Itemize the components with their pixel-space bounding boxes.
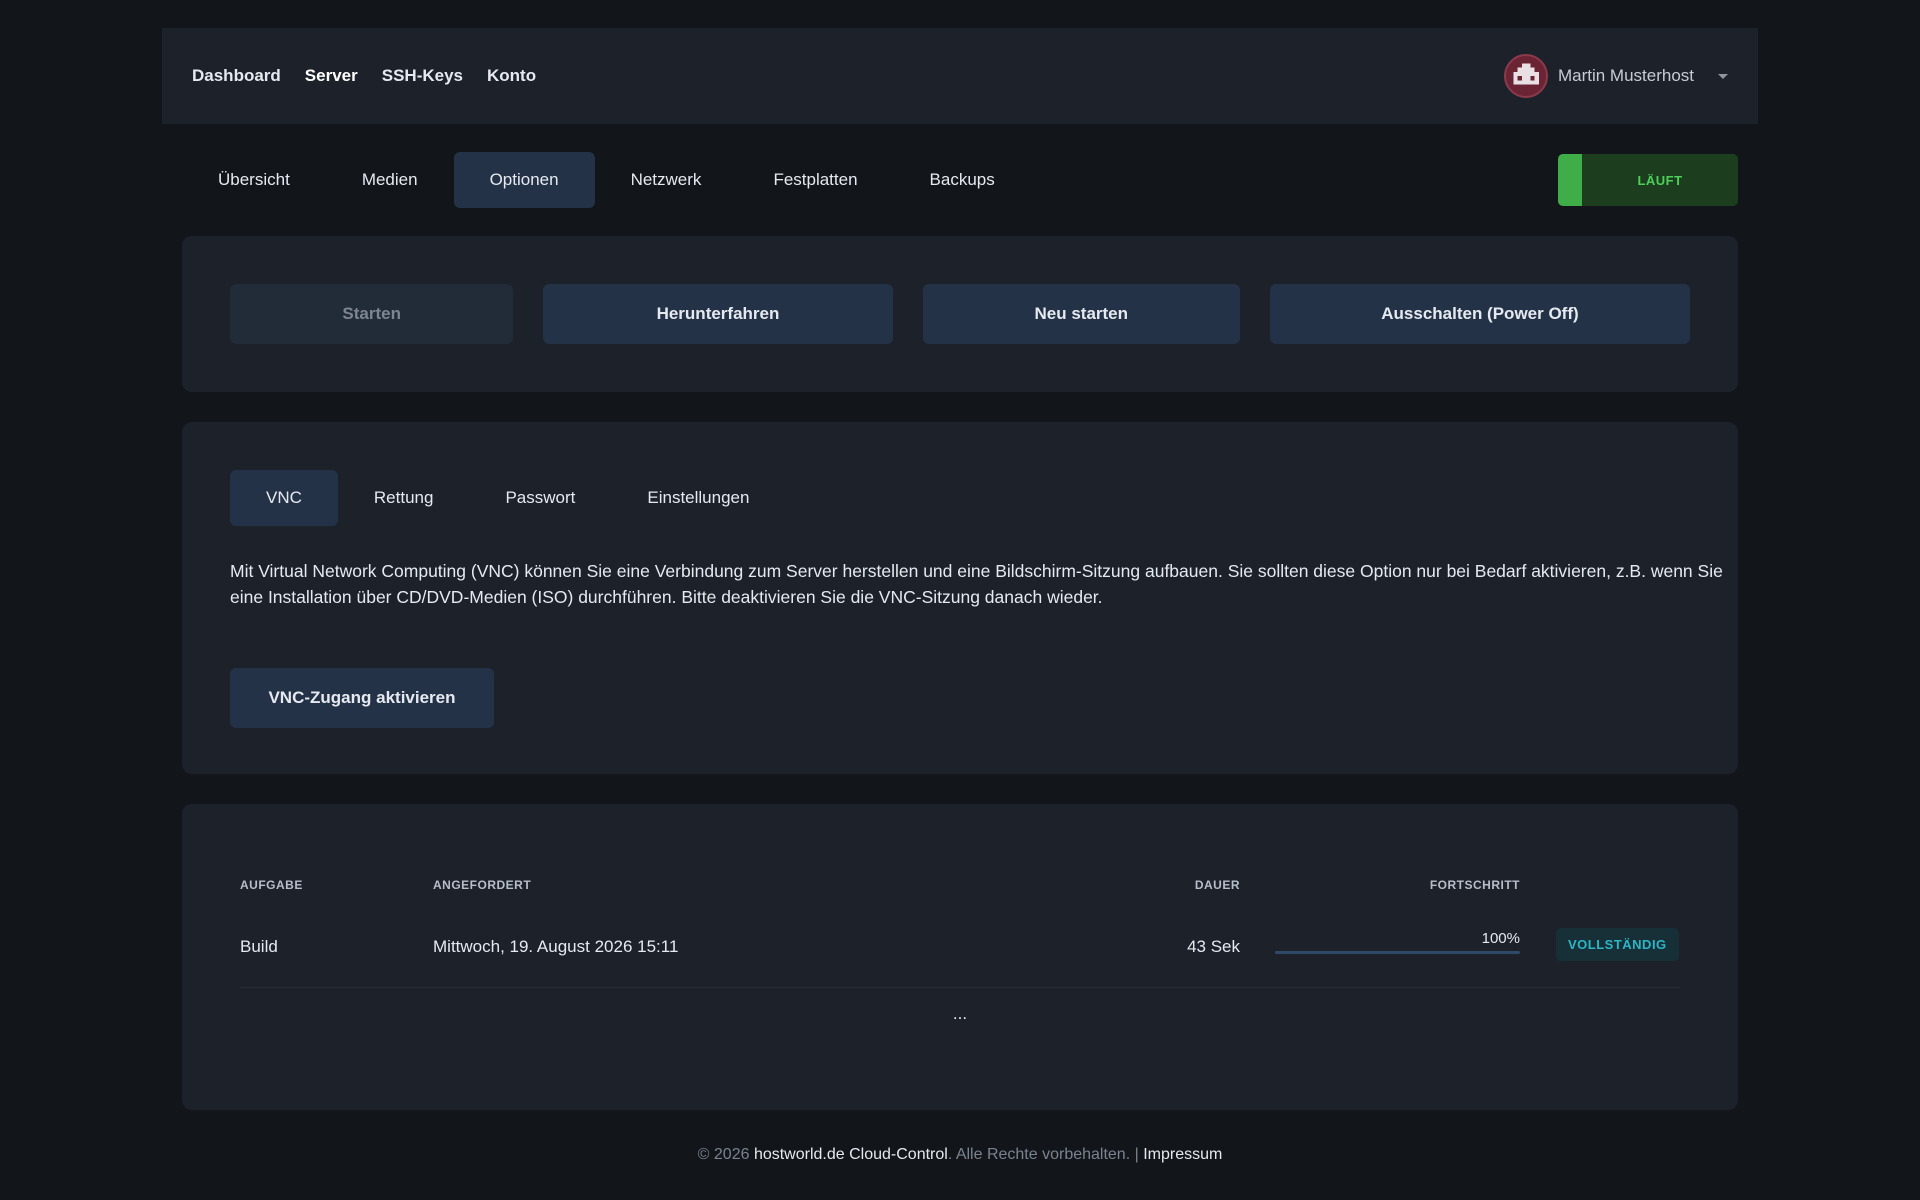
status-label: LÄUFT bbox=[1637, 172, 1683, 188]
app-container: Dashboard Server SSH-Keys Konto Martin M… bbox=[162, 28, 1758, 1164]
progress-percent: 100% bbox=[1481, 930, 1520, 947]
tab-medien[interactable]: Medien bbox=[326, 152, 454, 208]
status-badge: VOLLSTÄNDIG bbox=[1556, 928, 1679, 961]
tab-rettung[interactable]: Rettung bbox=[338, 470, 470, 526]
options-card: VNC Rettung Passwort Einstellungen Mit V… bbox=[182, 422, 1738, 774]
avatar-identicon-icon bbox=[1513, 63, 1539, 85]
tab-netzwerk[interactable]: Netzwerk bbox=[595, 152, 738, 208]
tab-uebersicht[interactable]: Übersicht bbox=[182, 152, 326, 208]
options-tabs: VNC Rettung Passwort Einstellungen bbox=[230, 470, 1690, 526]
tab-backups[interactable]: Backups bbox=[894, 152, 1031, 208]
status-indicator-bar bbox=[1558, 154, 1582, 206]
tab-optionen[interactable]: Optionen bbox=[453, 152, 595, 208]
vnc-description: Mit Virtual Network Computing (VNC) könn… bbox=[230, 561, 1723, 607]
tasks-card: AUFGABE ANGEFORDERT DAUER FORTSCHRITT Bu… bbox=[182, 804, 1738, 1110]
task-duration: 43 Sek bbox=[1187, 936, 1240, 956]
avatar bbox=[1503, 54, 1548, 98]
activate-vnc-button[interactable]: VNC-Zugang aktivieren bbox=[230, 668, 494, 728]
nav-link-server[interactable]: Server bbox=[305, 66, 358, 86]
server-status-badge: LÄUFT bbox=[1558, 154, 1738, 206]
header-task: AUFGABE bbox=[240, 878, 303, 892]
task-requested: Mittwoch, 19. August 2026 15:11 bbox=[433, 936, 679, 956]
footer-copyright: © 2026 bbox=[697, 1146, 754, 1163]
task-name: Build bbox=[240, 936, 278, 956]
server-subnav: Übersicht Medien Optionen Netzwerk Festp… bbox=[162, 124, 1758, 236]
footer-brand-link[interactable]: hostworld.de Cloud-Control bbox=[754, 1146, 948, 1163]
footer-imprint-link[interactable]: Impressum bbox=[1143, 1146, 1222, 1163]
table-row: Build Mittwoch, 19. August 2026 15:11 43… bbox=[240, 906, 1680, 988]
user-name: Martin Musterhost bbox=[1557, 66, 1694, 85]
shutdown-button[interactable]: Herunterfahren bbox=[543, 284, 893, 344]
tab-vnc[interactable]: VNC bbox=[230, 470, 338, 526]
tab-einstellungen[interactable]: Einstellungen bbox=[611, 470, 785, 526]
start-button[interactable]: Starten bbox=[230, 284, 514, 344]
power-actions-card: Starten Herunterfahren Neu starten Aussc… bbox=[182, 236, 1738, 392]
nav-link-ssh-keys[interactable]: SSH-Keys bbox=[382, 66, 463, 86]
nav-link-dashboard[interactable]: Dashboard bbox=[192, 66, 281, 86]
header-progress: FORTSCHRITT bbox=[1429, 878, 1520, 892]
task-progress: 100% bbox=[1275, 930, 1520, 954]
header-duration: DAUER bbox=[1194, 878, 1240, 892]
power-off-button[interactable]: Ausschalten (Power Off) bbox=[1269, 284, 1690, 344]
footer-rights: . Alle Rechte vorbehalten. | bbox=[947, 1146, 1144, 1163]
show-more-link[interactable]: ... bbox=[240, 1004, 1680, 1024]
restart-button[interactable]: Neu starten bbox=[922, 284, 1240, 344]
tab-festplatten[interactable]: Festplatten bbox=[737, 152, 893, 208]
tasks-table-header: AUFGABE ANGEFORDERT DAUER FORTSCHRITT bbox=[240, 878, 1680, 892]
tab-passwort[interactable]: Passwort bbox=[469, 470, 611, 526]
user-menu[interactable]: Martin Musterhost bbox=[1503, 54, 1728, 98]
top-navbar: Dashboard Server SSH-Keys Konto Martin M… bbox=[162, 28, 1758, 124]
progress-track bbox=[1275, 951, 1520, 954]
header-requested: ANGEFORDERT bbox=[433, 878, 532, 892]
chevron-down-icon bbox=[1718, 73, 1728, 79]
main-nav: Dashboard Server SSH-Keys Konto bbox=[192, 66, 536, 86]
footer: © 2026 hostworld.de Cloud-Control. Alle … bbox=[162, 1146, 1758, 1164]
progress-fill bbox=[1275, 951, 1520, 954]
nav-link-konto[interactable]: Konto bbox=[487, 66, 536, 86]
